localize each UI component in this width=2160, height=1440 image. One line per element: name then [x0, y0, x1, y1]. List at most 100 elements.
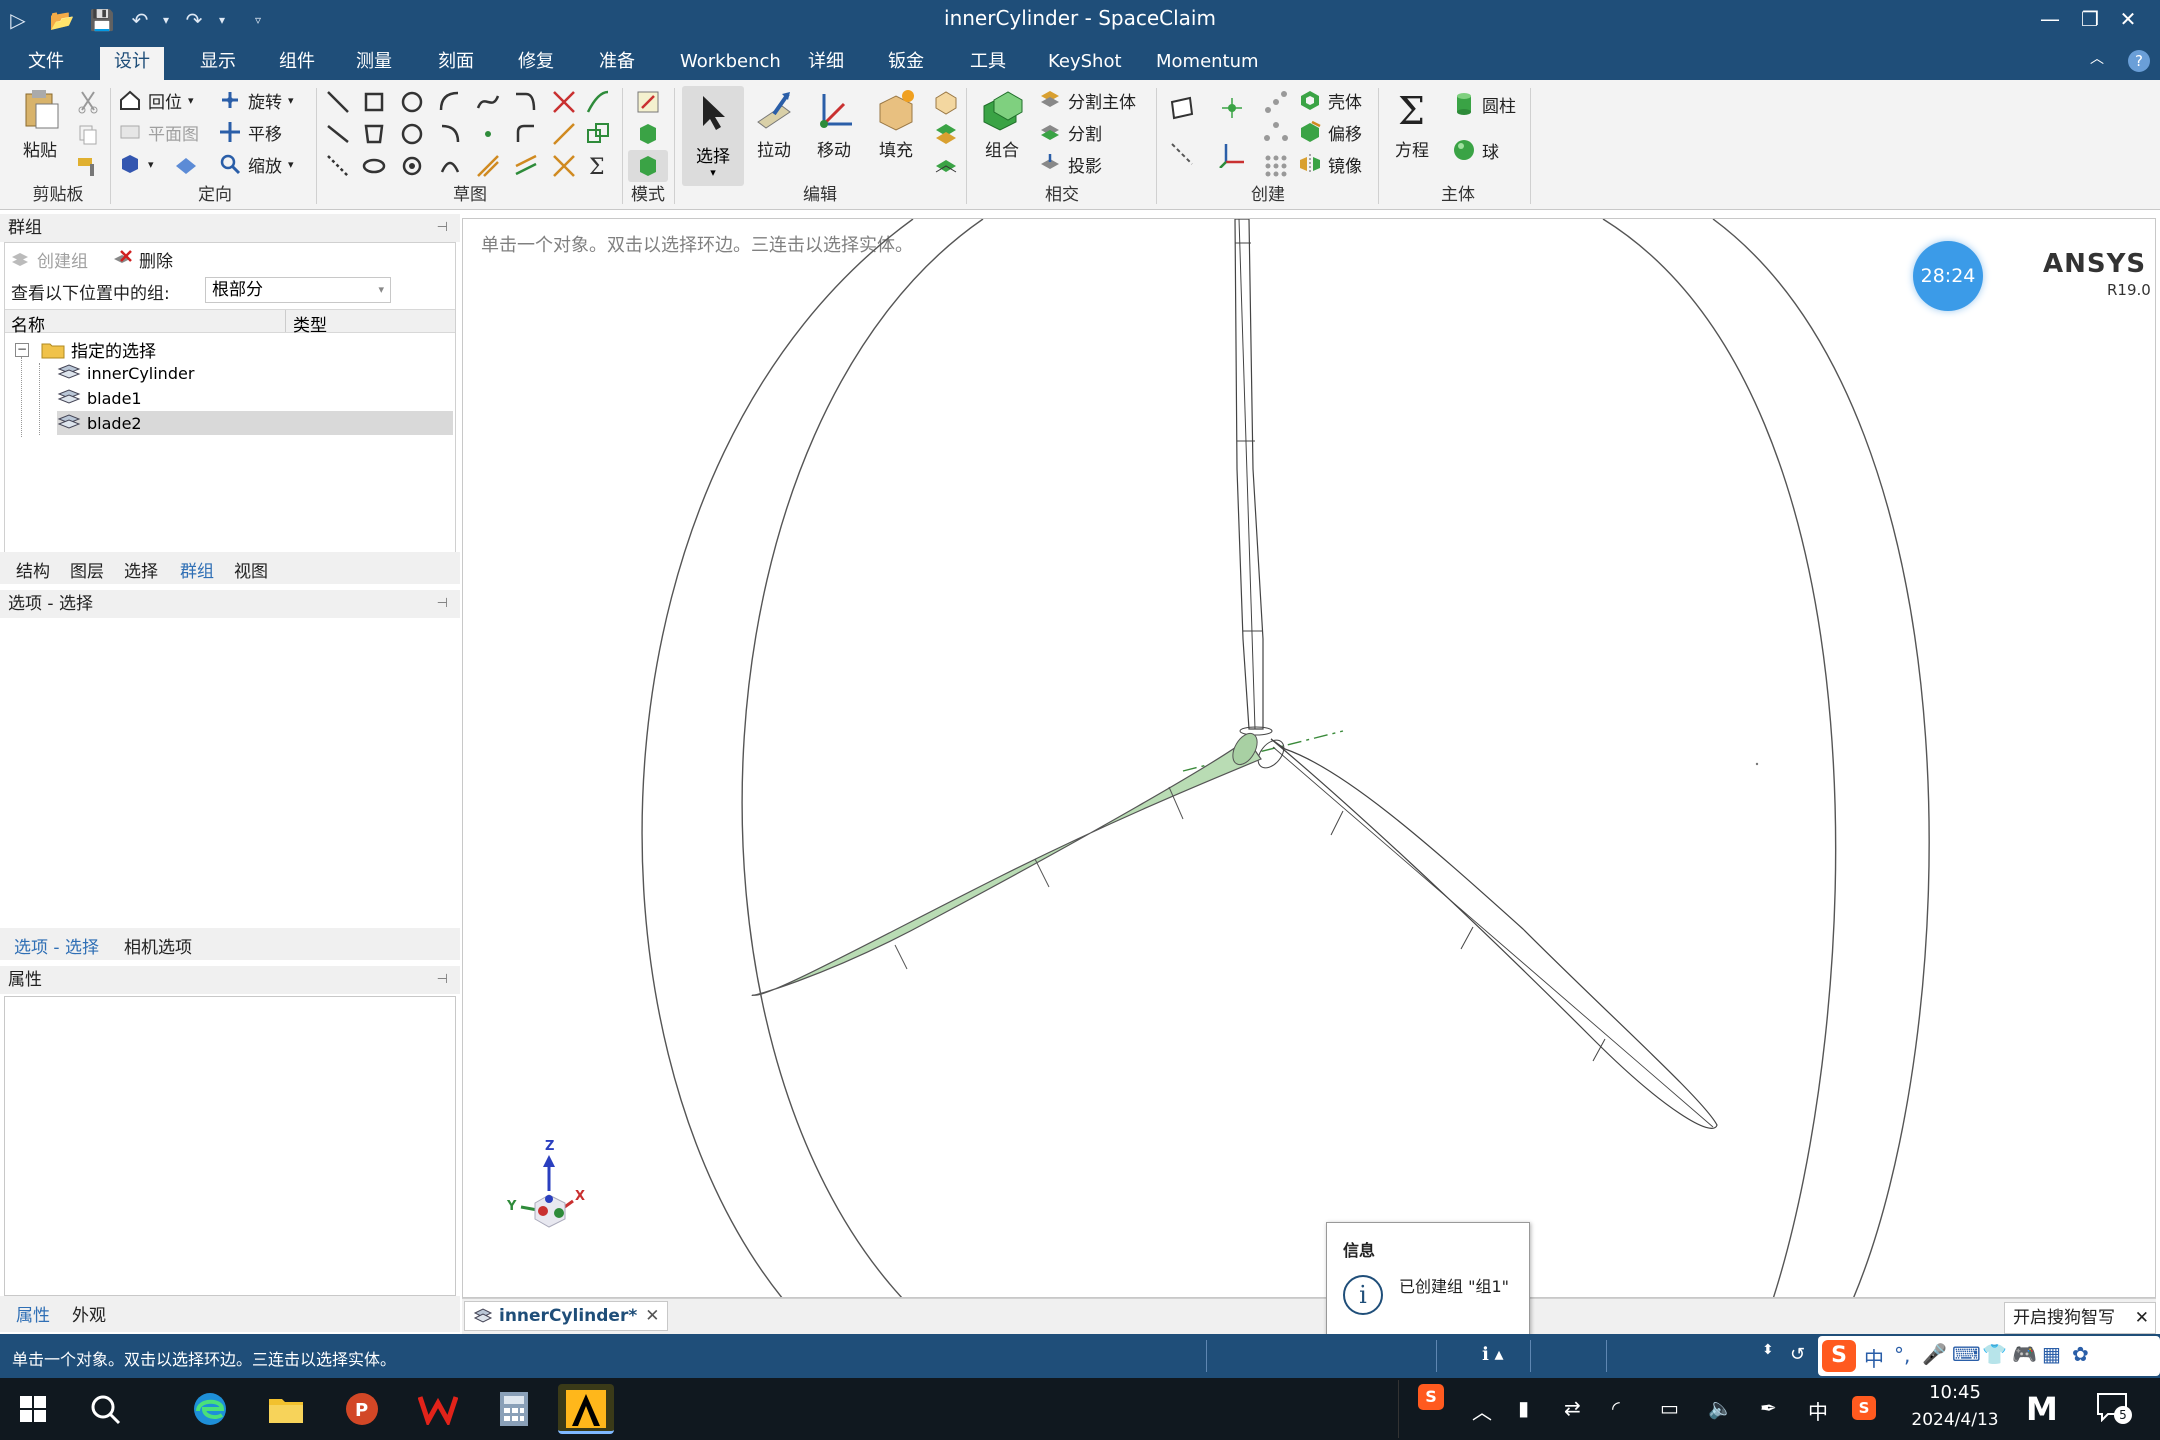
- show-hidden-icons-chevron[interactable]: ︿: [1472, 1396, 1492, 1425]
- equation-button[interactable]: Σ 方程: [1382, 86, 1442, 161]
- split-line-icon[interactable]: [550, 152, 578, 180]
- fillet-icon[interactable]: [512, 120, 540, 148]
- wifi-icon[interactable]: ◜: [1612, 1396, 1620, 1420]
- blend-icon[interactable]: [932, 88, 960, 116]
- format-painter-icon[interactable]: [74, 152, 102, 180]
- tree-item-selected[interactable]: blade2: [57, 411, 453, 435]
- collapse-toggle[interactable]: −: [15, 343, 29, 357]
- tab-sheet-metal[interactable]: 钣金: [874, 47, 938, 80]
- input-language-indicator[interactable]: 中: [1808, 1396, 1828, 1425]
- tab-repair[interactable]: 修复: [504, 47, 568, 80]
- tab-file[interactable]: 文件: [14, 47, 78, 80]
- column-type-header[interactable]: 类型: [293, 311, 327, 336]
- sketch-equation-icon[interactable]: Σ: [584, 152, 612, 180]
- tab-views[interactable]: 视图: [234, 557, 268, 582]
- cut-icon[interactable]: [74, 88, 102, 116]
- ime-tooltip[interactable]: 开启搜狗智写 ✕: [2004, 1302, 2156, 1334]
- arc-icon[interactable]: [436, 88, 464, 116]
- keyboard-icon[interactable]: ⌨: [1952, 1342, 1981, 1366]
- sogou-tray-icon[interactable]: S: [1418, 1384, 1444, 1410]
- tab-measure[interactable]: 测量: [342, 47, 406, 80]
- circular-pattern-icon[interactable]: [1262, 120, 1290, 148]
- trim-icon[interactable]: [550, 88, 578, 116]
- grid-pattern-icon[interactable]: [1262, 152, 1290, 180]
- tab-assembly[interactable]: 组件: [265, 47, 329, 80]
- tree-item[interactable]: innerCylinder: [57, 361, 194, 385]
- tab-display[interactable]: 显示: [186, 47, 250, 80]
- tab-groups[interactable]: 群组: [180, 557, 214, 582]
- circle-icon[interactable]: [398, 88, 426, 116]
- timer-badge[interactable]: 28:24: [1913, 241, 1983, 311]
- toolbox-icon[interactable]: ▦: [2042, 1342, 2061, 1366]
- copy-icon[interactable]: [74, 120, 102, 148]
- axis-triad[interactable]: Z Y X: [503, 1139, 613, 1249]
- offset-button[interactable]: 偏移: [1298, 118, 1362, 146]
- extend-icon[interactable]: [550, 120, 578, 148]
- polyline-icon[interactable]: [324, 120, 352, 148]
- pin-icon[interactable]: ⊣: [437, 590, 448, 618]
- three-point-arc-icon[interactable]: [436, 152, 464, 180]
- pan-button[interactable]: 平移: [218, 118, 282, 146]
- tab-structure[interactable]: 结构: [16, 557, 50, 582]
- microphone-icon[interactable]: 🎤: [1922, 1342, 1947, 1366]
- select-button[interactable]: 选择 ▾: [682, 86, 744, 186]
- collapse-ribbon-icon[interactable]: ︿: [2090, 48, 2104, 68]
- windows-start-icon[interactable]: [20, 1396, 46, 1422]
- sogou-logo-icon[interactable]: S: [1822, 1340, 1856, 1372]
- tab-prepare[interactable]: 准备: [585, 47, 649, 80]
- tab-design[interactable]: 设计: [100, 47, 164, 80]
- skin-icon[interactable]: 👕: [1982, 1342, 2007, 1366]
- clock-time[interactable]: 10:45: [1900, 1382, 2010, 1403]
- bend-icon[interactable]: [474, 152, 502, 180]
- linear-pattern-icon[interactable]: [1262, 88, 1290, 116]
- shell-button[interactable]: 壳体: [1298, 86, 1362, 114]
- replace-icon[interactable]: [932, 120, 960, 148]
- search-icon[interactable]: [88, 1392, 122, 1426]
- game-icon[interactable]: 🎮: [2012, 1342, 2037, 1366]
- convert-icon[interactable]: [512, 152, 540, 180]
- help-icon[interactable]: ?: [2128, 50, 2150, 72]
- project-button[interactable]: 投影: [1038, 150, 1102, 178]
- tangent-arc-icon[interactable]: [512, 88, 540, 116]
- info-popup[interactable]: 信息 i 已创建组 "组1": [1326, 1222, 1530, 1336]
- battery-icon[interactable]: ▭: [1660, 1396, 1679, 1420]
- group-location-select[interactable]: 根部分 ▾: [205, 277, 391, 303]
- split-button[interactable]: 分割: [1038, 118, 1102, 146]
- tab-facets[interactable]: 刻面: [424, 47, 488, 80]
- spaceclaim-app[interactable]: [558, 1384, 614, 1434]
- powerpoint-app[interactable]: P: [334, 1384, 390, 1434]
- calculator-app[interactable]: [486, 1384, 542, 1434]
- plane-icon[interactable]: [1168, 94, 1196, 122]
- polygon-icon[interactable]: [360, 120, 388, 148]
- tab-properties[interactable]: 属性: [16, 1301, 50, 1326]
- 3d-mode-button[interactable]: [628, 150, 668, 182]
- document-tab[interactable]: innerCylinder* ✕: [464, 1301, 669, 1331]
- minimize-button[interactable]: —: [2028, 0, 2072, 40]
- paste-button[interactable]: 粘贴: [10, 86, 70, 161]
- tweak-face-icon[interactable]: [932, 152, 960, 180]
- close-icon[interactable]: ✕: [2135, 1303, 2149, 1333]
- notification-center-button[interactable]: 5: [2096, 1392, 2132, 1424]
- pull-button[interactable]: 拉动: [744, 86, 804, 161]
- desktop-logo-icon[interactable]: M: [2026, 1390, 2058, 1428]
- point-icon[interactable]: [474, 120, 502, 148]
- mirror-button[interactable]: 镜像: [1298, 150, 1362, 178]
- cursor-mode-icon[interactable]: ↺: [1790, 1344, 1805, 1365]
- network-adapter-icon[interactable]: ⇄: [1564, 1396, 1581, 1420]
- rectangle-icon[interactable]: [360, 88, 388, 116]
- column-name-header[interactable]: 名称: [11, 311, 45, 336]
- plan-view-button[interactable]: 平面图: [118, 118, 199, 146]
- sweep-arc-icon[interactable]: [436, 120, 464, 148]
- graphics-viewport[interactable]: 单击一个对象。双击以选择环边。三连击以选择实体。 28:24 ANSYS R19…: [462, 218, 2156, 1298]
- construction-line-icon[interactable]: [324, 152, 352, 180]
- tab-detail[interactable]: 详细: [794, 47, 858, 80]
- pin-icon[interactable]: ⊣: [437, 966, 448, 994]
- axis-origin-icon[interactable]: [1218, 94, 1246, 122]
- ime-punctuation-toggle[interactable]: °,: [1894, 1343, 1910, 1367]
- blade-selected[interactable]: [751, 729, 1262, 997]
- pin-icon[interactable]: ⊣: [437, 214, 448, 242]
- pen-icon[interactable]: ✒: [1760, 1396, 1777, 1420]
- view-cube-button[interactable]: ▾: [118, 150, 154, 178]
- tree-item[interactable]: blade1: [57, 386, 142, 410]
- blade-lower-right[interactable]: [1270, 738, 1718, 1129]
